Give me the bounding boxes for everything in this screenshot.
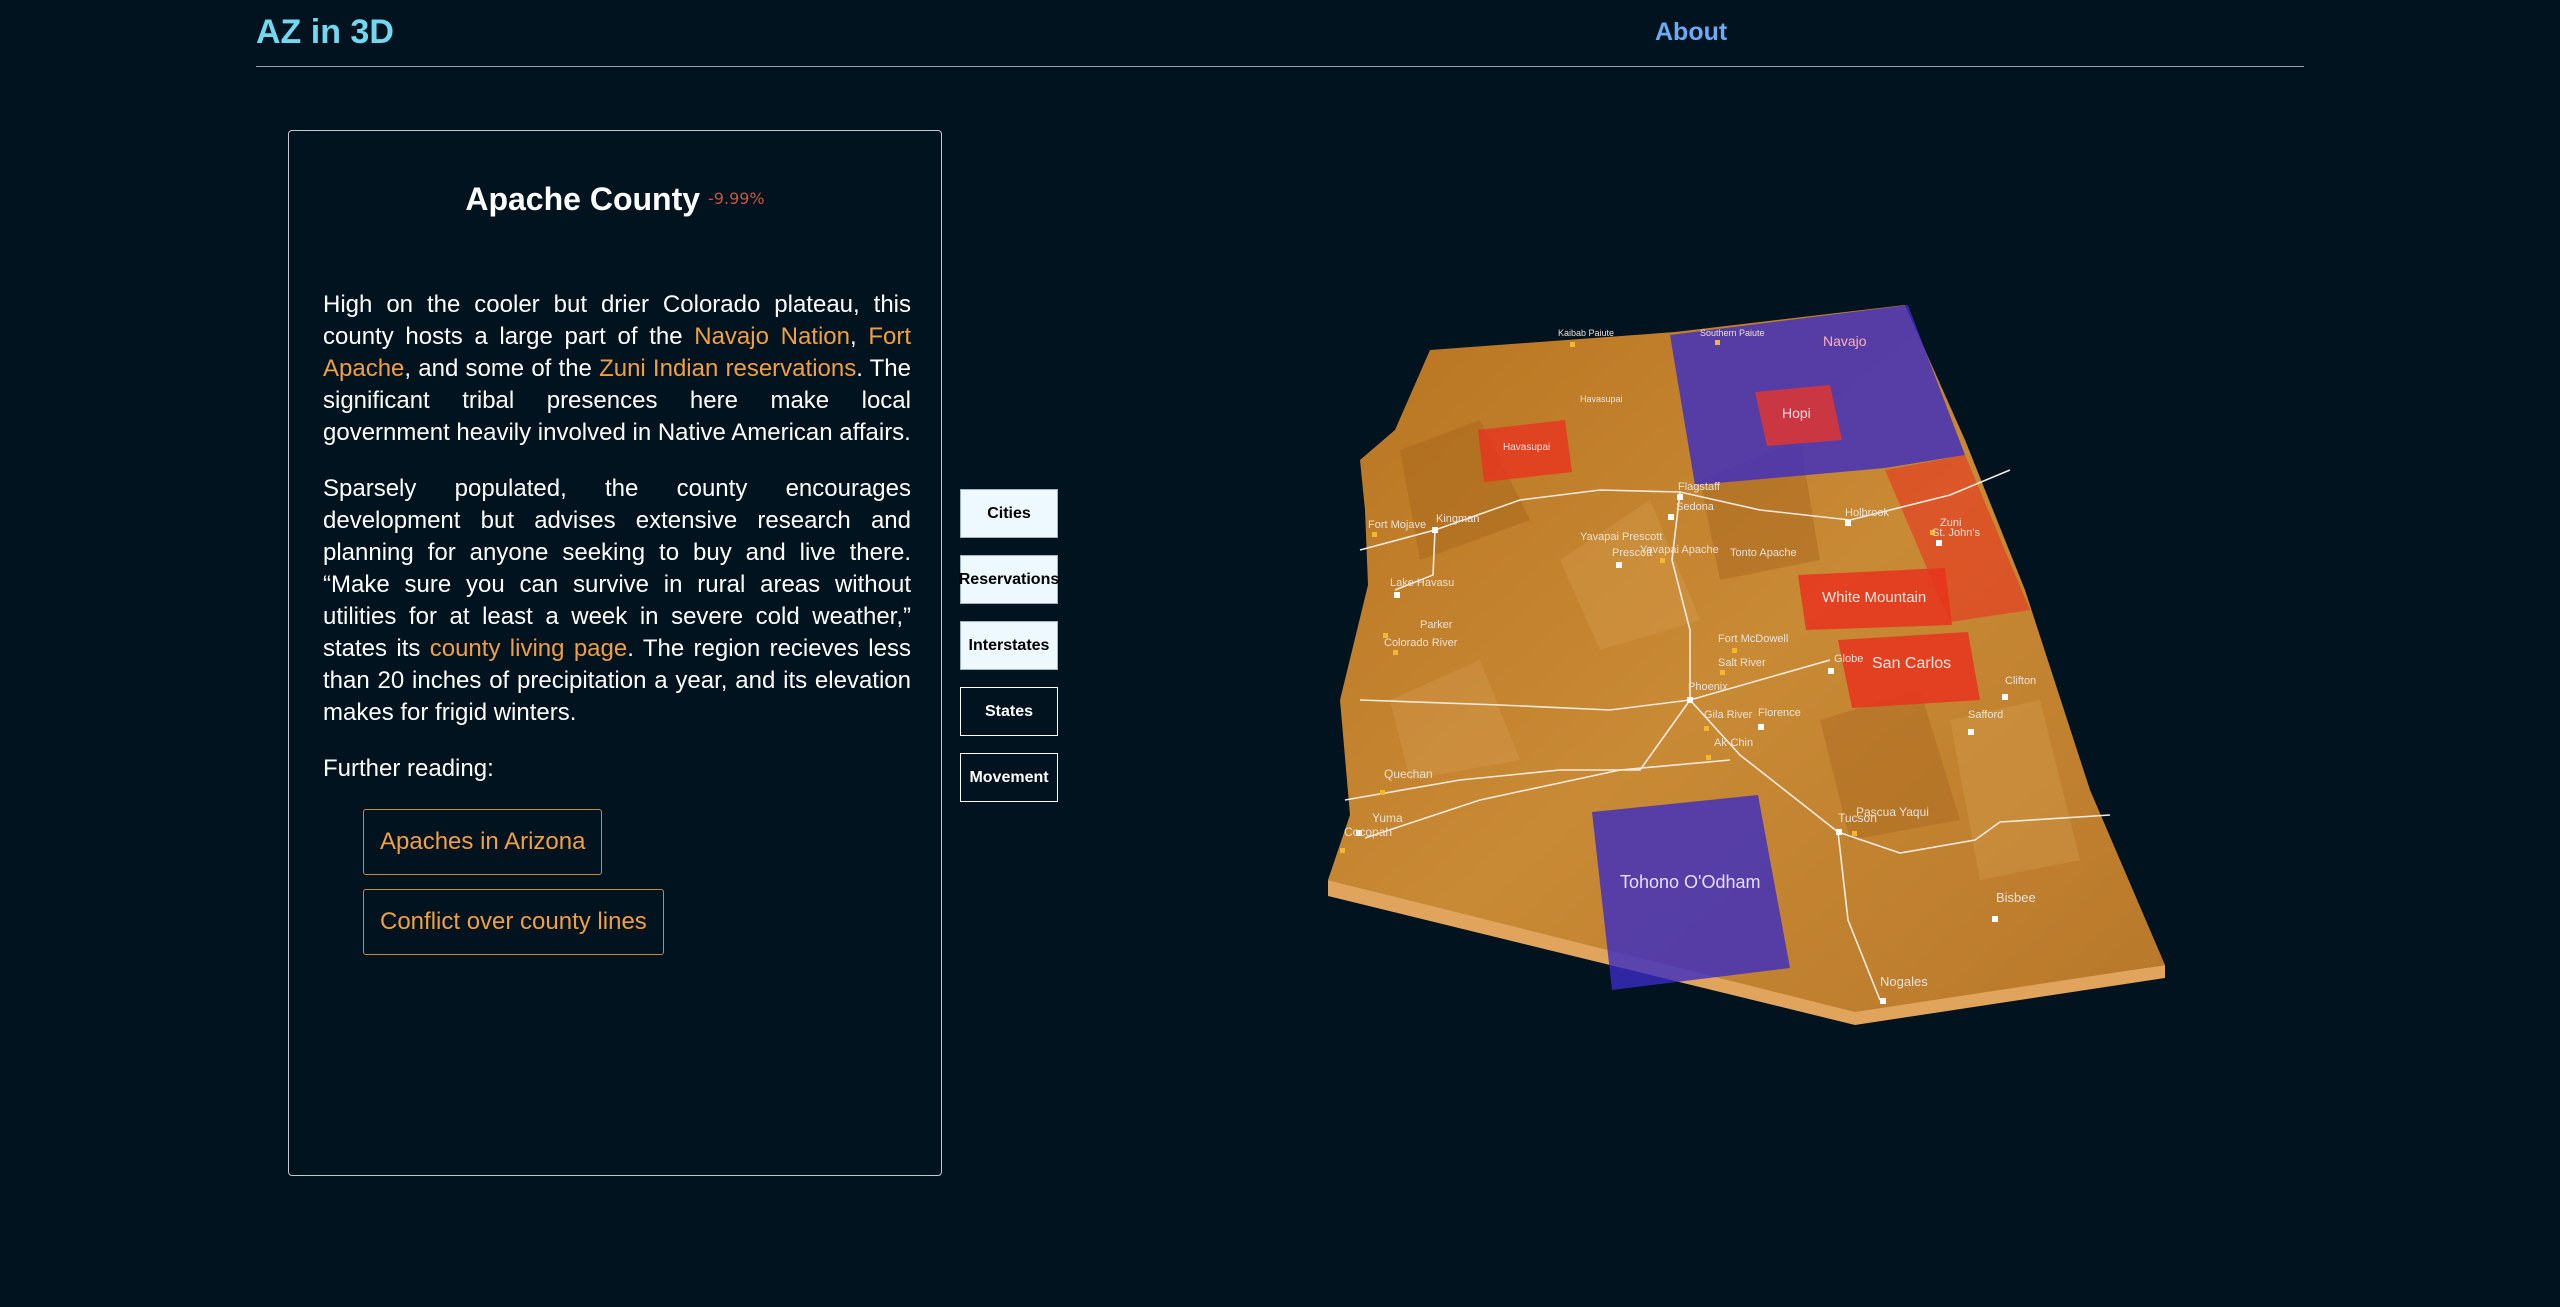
- city-label: Gila River: [1704, 709, 1753, 721]
- city-marker: [1704, 726, 1709, 731]
- reading-county-lines-button[interactable]: Conflict over county lines: [363, 889, 664, 955]
- label-white-mountain: White Mountain: [1822, 589, 1926, 606]
- city-marker: [1570, 342, 1575, 347]
- city-marker: [1372, 532, 1377, 537]
- city-label: Quechan: [1384, 767, 1433, 781]
- city-marker: [1732, 648, 1737, 653]
- city-marker: [1828, 668, 1834, 674]
- city-marker: [1380, 790, 1385, 795]
- city-label: Phoenix: [1688, 681, 1728, 693]
- city-marker: [1677, 494, 1683, 500]
- city-label: Havasupai: [1580, 394, 1623, 404]
- city-label: Sedona: [1676, 501, 1715, 513]
- city-marker: [1660, 558, 1665, 563]
- link-navajo-nation[interactable]: Navajo Nation: [694, 323, 850, 350]
- reading-apaches-button[interactable]: Apaches in Arizona: [363, 809, 603, 875]
- top-nav: AZ in 3D About: [256, 0, 2304, 67]
- city-marker: [1845, 520, 1851, 526]
- label-navajo: Navajo: [1823, 333, 1867, 349]
- city-marker: [1393, 650, 1398, 655]
- label-san-carlos: San Carlos: [1872, 655, 1951, 672]
- link-county-living[interactable]: county living page: [430, 635, 628, 662]
- city-label: Fort Mojave: [1368, 519, 1426, 531]
- county-info-panel: Apache County -9.99% High on the cooler b…: [288, 130, 942, 1176]
- county-title: Apache County: [465, 181, 701, 217]
- city-label: Safford: [1968, 709, 2003, 721]
- further-reading-list: Apaches in Arizona Conflict over county …: [323, 809, 911, 969]
- city-label: Yavapai Prescott: [1580, 531, 1662, 543]
- city-label: Cocopah: [1344, 825, 1392, 839]
- paragraph-2: Sparsely populated, the county encourage…: [323, 473, 911, 729]
- city-marker: [1394, 592, 1400, 598]
- city-label: Holbrook: [1845, 507, 1890, 519]
- city-marker: [1936, 540, 1942, 546]
- link-zuni[interactable]: Zuni Indian reservations: [599, 355, 856, 382]
- city-label: Southern Paiute: [1700, 328, 1765, 338]
- city-label: Flagstaff: [1678, 481, 1721, 493]
- city-label: Pascua Yaqui: [1856, 805, 1929, 819]
- city-label: St. John's: [1932, 527, 1980, 539]
- city-marker: [1720, 670, 1725, 675]
- city-label: Clifton: [2005, 675, 2036, 687]
- text: ,: [850, 323, 869, 350]
- city-label: Yavapai Apache: [1640, 544, 1719, 556]
- further-reading-label: Further reading:: [323, 755, 494, 782]
- text: , and some of the: [404, 355, 600, 382]
- label-hopi: Hopi: [1782, 405, 1811, 421]
- city-marker: [1715, 340, 1720, 345]
- city-label: Kaibab Paiute: [1558, 328, 1614, 338]
- city-label: Parker: [1420, 619, 1453, 631]
- city-marker: [1706, 755, 1711, 760]
- city-marker: [1836, 829, 1842, 835]
- city-marker: [1968, 729, 1974, 735]
- layer-toggle-movement[interactable]: Movement: [960, 753, 1058, 802]
- brand-title[interactable]: AZ in 3D: [256, 13, 394, 52]
- city-label: Ak-Chin: [1714, 737, 1753, 749]
- city-label: Nogales: [1880, 974, 1928, 989]
- city-label: Yuma: [1372, 811, 1403, 825]
- city-label: Colorado River: [1384, 637, 1458, 649]
- text: Sparsely populated, the county encourage…: [323, 475, 911, 662]
- city-marker: [2002, 694, 2008, 700]
- city-marker: [1432, 527, 1438, 533]
- city-label: Kingman: [1436, 513, 1479, 525]
- city-marker: [1616, 562, 1622, 568]
- label-tohono-oodham: Tohono O'Odham: [1620, 872, 1761, 892]
- city-label: Tonto Apache: [1730, 547, 1797, 559]
- layer-toggle-interstates[interactable]: Interstates: [960, 621, 1058, 670]
- city-marker: [1668, 514, 1674, 520]
- county-description: High on the cooler but drier Colorado pl…: [323, 289, 911, 969]
- city-marker: [1880, 998, 1886, 1004]
- city-label: Bisbee: [1996, 890, 2036, 905]
- city-marker: [1340, 848, 1345, 853]
- city-marker: [1852, 831, 1857, 836]
- population-change: -9.99%: [708, 189, 765, 208]
- reservation-tohono-oodham: [1592, 795, 1790, 990]
- layer-toggle-cities[interactable]: Cities: [960, 489, 1058, 538]
- city-marker: [1758, 724, 1764, 730]
- city-label: Florence: [1758, 707, 1801, 719]
- city-label: Globe: [1834, 653, 1863, 665]
- city-label: Lake Havasu: [1390, 577, 1454, 589]
- city-label: Fort McDowell: [1718, 633, 1788, 645]
- title-row: Apache County -9.99%: [289, 181, 941, 218]
- city-label: Salt River: [1718, 657, 1766, 669]
- layer-toggle-states[interactable]: States: [960, 687, 1058, 736]
- layer-toggle-reservations[interactable]: Reservations: [959, 555, 1059, 604]
- arizona-3d-map[interactable]: Navajo Hopi Havasupai White Mountain San…: [1300, 290, 2200, 1050]
- label-havasupai: Havasupai: [1503, 442, 1550, 453]
- paragraph-1: High on the cooler but drier Colorado pl…: [323, 289, 911, 449]
- city-marker: [1992, 916, 1998, 922]
- about-link[interactable]: About: [1655, 18, 1727, 47]
- city-marker: [1687, 697, 1693, 703]
